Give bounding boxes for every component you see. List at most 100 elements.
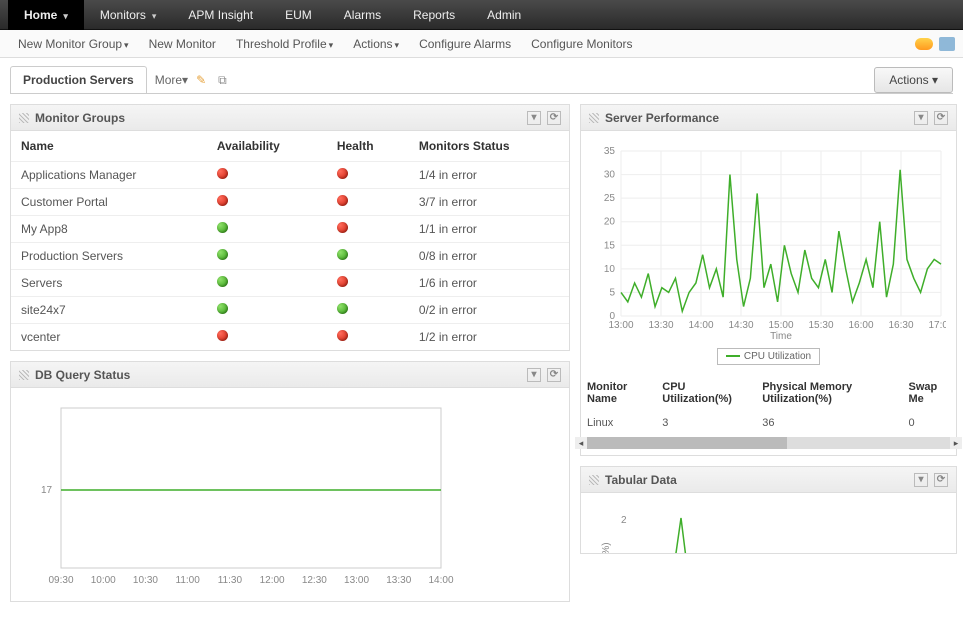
status-dot-icon [337, 222, 348, 233]
collapse-icon[interactable]: ▾ [527, 368, 541, 382]
refresh-icon[interactable]: ⟳ [934, 111, 948, 125]
svg-text:13:30: 13:30 [386, 575, 411, 586]
table-row[interactable]: site24x7 0/2 in error [11, 297, 569, 324]
status-dot-icon [337, 249, 348, 260]
drag-grip-icon[interactable] [19, 113, 29, 123]
chevron-down-icon: ▾ [63, 11, 68, 21]
status-dot-icon [217, 303, 228, 314]
drag-grip-icon[interactable] [589, 475, 599, 485]
svg-text:35: 35 [604, 146, 616, 157]
table-row[interactable]: Servers 1/6 in error [11, 270, 569, 297]
cell-status: 1/2 in error [409, 324, 569, 351]
table-row[interactable]: Production Servers 0/8 in error [11, 243, 569, 270]
tab-production-servers[interactable]: Production Servers [10, 66, 147, 93]
svg-text:13:30: 13:30 [648, 320, 673, 331]
cell-name: My App8 [11, 216, 207, 243]
status-dot-icon [217, 249, 228, 260]
status-dot-icon [217, 222, 228, 233]
collapse-icon[interactable]: ▾ [914, 111, 928, 125]
cell-status: 1/1 in error [409, 216, 569, 243]
nav-alarms[interactable]: Alarms [328, 0, 397, 30]
scroll-right-icon[interactable]: ▸ [950, 437, 962, 449]
panel-title: Monitor Groups [35, 111, 125, 125]
nav-monitors[interactable]: Monitors▾ [84, 0, 173, 30]
svg-text:09:30: 09:30 [48, 575, 73, 586]
collapse-icon[interactable]: ▾ [914, 473, 928, 487]
sub-nav: New Monitor Group▾ New Monitor Threshold… [0, 30, 963, 58]
nav-admin[interactable]: Admin [471, 0, 537, 30]
svg-text:10:00: 10:00 [91, 575, 116, 586]
table-row[interactable]: vcenter 1/2 in error [11, 324, 569, 351]
scroll-left-icon[interactable]: ◂ [575, 437, 587, 449]
cell-status: 0/2 in error [409, 297, 569, 324]
svg-text:15:30: 15:30 [808, 320, 833, 331]
cell-availability [207, 162, 327, 189]
cell-availability [207, 216, 327, 243]
nav-apm-insight[interactable]: APM Insight [172, 0, 269, 30]
nav-reports[interactable]: Reports [397, 0, 471, 30]
chevron-down-icon: ▾ [152, 11, 157, 21]
cell-health [327, 270, 409, 297]
svg-text:17:00: 17:00 [928, 320, 946, 331]
svg-text:13:00: 13:00 [608, 320, 633, 331]
nav-eum[interactable]: EUM [269, 0, 328, 30]
tab-more[interactable]: More▾ [155, 73, 188, 87]
cell-name: vcenter [11, 324, 207, 351]
external-link-icon[interactable]: ⧉ [218, 73, 232, 87]
cell-availability [207, 189, 327, 216]
refresh-icon[interactable]: ⟳ [934, 473, 948, 487]
svg-text:15: 15 [604, 240, 616, 251]
subnav-new-monitor[interactable]: New Monitor [139, 37, 226, 51]
subnav-actions[interactable]: Actions▾ [343, 37, 409, 51]
edit-icon[interactable]: ✎ [196, 73, 210, 87]
nav-home[interactable]: Home▾ [8, 0, 84, 30]
svg-text:25: 25 [604, 193, 616, 204]
svg-text:14:30: 14:30 [728, 320, 753, 331]
cell-health [327, 324, 409, 351]
svg-text:12:30: 12:30 [302, 575, 327, 586]
svg-text:11:00: 11:00 [176, 575, 201, 586]
server-perf-table: Monitor Name CPU Utilization(%) Physical… [581, 375, 956, 435]
chart-legend: CPU Utilization [591, 348, 946, 365]
printer-icon[interactable] [939, 37, 955, 51]
table-row[interactable]: Applications Manager 1/4 in error [11, 162, 569, 189]
x-axis-title: Time [770, 331, 792, 341]
status-dot-icon [337, 330, 348, 341]
collapse-icon[interactable]: ▾ [527, 111, 541, 125]
subnav-configure-monitors[interactable]: Configure Monitors [521, 37, 642, 51]
drag-grip-icon[interactable] [19, 370, 29, 380]
cell-availability [207, 324, 327, 351]
cell-status: 1/4 in error [409, 162, 569, 189]
subnav-threshold-profile[interactable]: Threshold Profile▾ [226, 37, 343, 51]
subnav-configure-alarms[interactable]: Configure Alarms [409, 37, 521, 51]
refresh-icon[interactable]: ⟳ [547, 368, 561, 382]
status-dot-icon [337, 195, 348, 206]
table-row[interactable]: My App8 1/1 in error [11, 216, 569, 243]
actions-button[interactable]: Actions ▾ [874, 67, 953, 93]
panel-title: Server Performance [605, 111, 719, 125]
status-dot-icon [217, 195, 228, 206]
refresh-icon[interactable]: ⟳ [547, 111, 561, 125]
cell-health [327, 243, 409, 270]
horizontal-scrollbar[interactable]: ◂ ▸ [587, 437, 950, 449]
cell-name: site24x7 [11, 297, 207, 324]
table-row[interactable]: Customer Portal 3/7 in error [11, 189, 569, 216]
drag-grip-icon[interactable] [589, 113, 599, 123]
subnav-new-monitor-group[interactable]: New Monitor Group▾ [8, 37, 139, 51]
svg-text:15:00: 15:00 [768, 320, 793, 331]
panel-server-performance: Server Performance ▾ ⟳ 05101520253035 13… [580, 104, 957, 456]
svg-text:30: 30 [604, 170, 616, 181]
y-axis-unit: (%) [601, 542, 612, 553]
col-status: Monitors Status [409, 131, 569, 162]
panel-db-query: DB Query Status ▾ ⟳ 17 09:3010:0010:3011… [10, 361, 570, 602]
cell-health [327, 297, 409, 324]
cloud-icon[interactable] [915, 38, 933, 50]
cell-health [327, 189, 409, 216]
panel-monitor-groups: Monitor Groups ▾ ⟳ Name Availability Hea… [10, 104, 570, 351]
svg-text:13:00: 13:00 [344, 575, 369, 586]
monitor-groups-table: Name Availability Health Monitors Status… [11, 131, 569, 350]
col-name: Name [11, 131, 207, 162]
cell-name: Servers [11, 270, 207, 297]
svg-text:12:00: 12:00 [260, 575, 285, 586]
scroll-thumb[interactable] [587, 437, 787, 449]
